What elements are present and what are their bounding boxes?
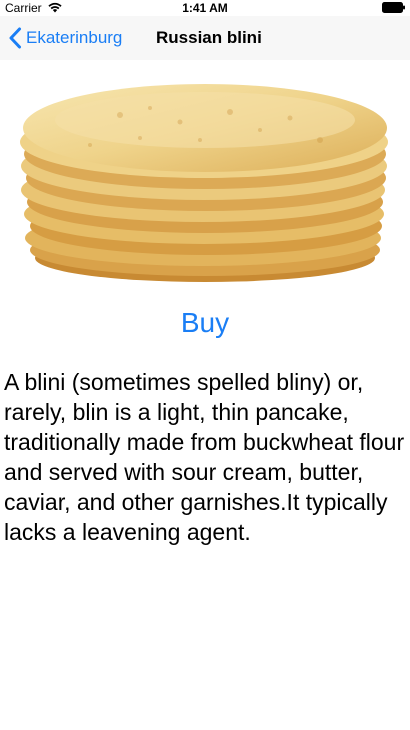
status-bar: Carrier 1:41 AM [0, 0, 410, 16]
clock: 1:41 AM [182, 1, 228, 15]
description-text: A blini (sometimes spelled bliny) or, ra… [4, 369, 405, 545]
battery-icon [382, 2, 405, 13]
buy-button[interactable]: Buy [0, 305, 410, 341]
navigation-bar: Ekaterinburg Russian blini [0, 16, 410, 60]
blini-image [0, 60, 410, 288]
page-title: Russian blini [156, 28, 262, 47]
back-button-label: Ekaterinburg [26, 28, 123, 47]
chevron-left-icon [9, 27, 21, 49]
back-button[interactable]: Ekaterinburg [8, 24, 122, 52]
pancake-stack-illustration [20, 84, 388, 282]
